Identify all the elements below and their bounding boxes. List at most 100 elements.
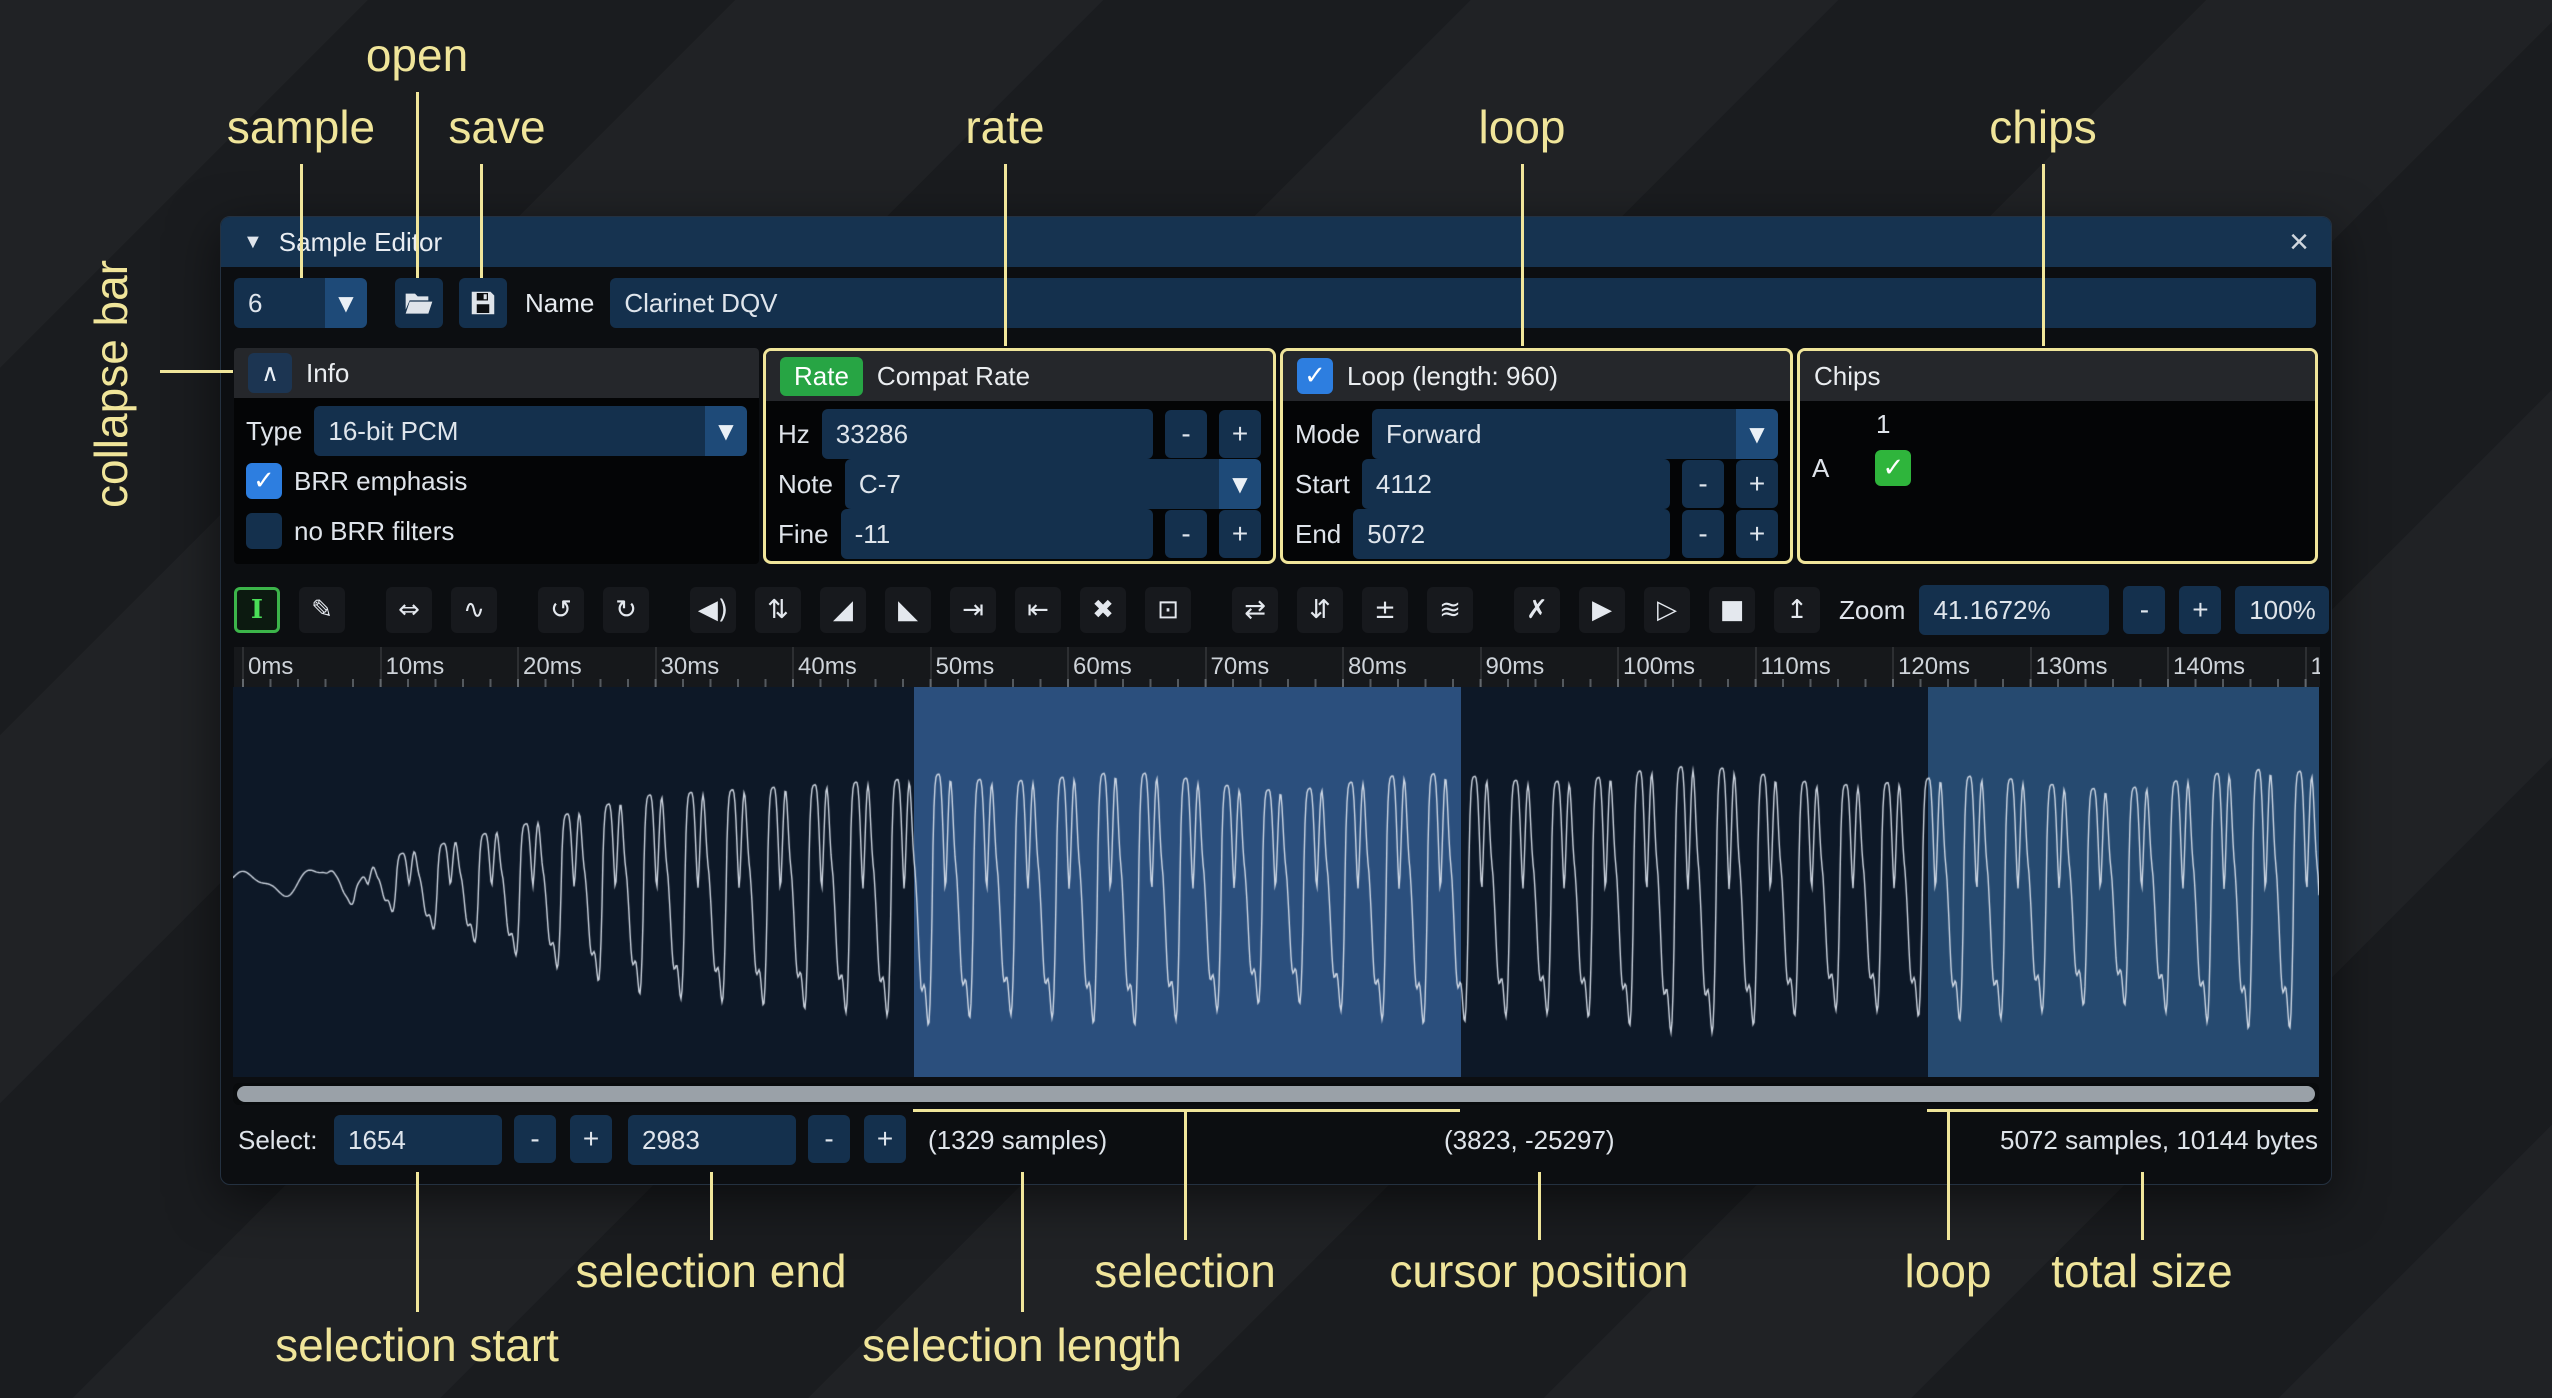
toolbar-icons: I ✎ ⇔ ∿ ↺ ↻ ◀) ⇅ ◢ ◣ ⇥ ⇤ ✖ ⊡ ⇄ ⇵ ± ≋ ✗ ▶ ▷ ■ ↥ <box>234 587 1839 633</box>
ruler-tick <box>1892 647 1894 687</box>
annotation-bracket-loop <box>1927 1109 2318 1112</box>
loop-start-minus-button[interactable]: - <box>1682 460 1724 508</box>
sample-select-value: 6 <box>234 278 325 328</box>
loop-enable-checkbox[interactable]: ✓ <box>1297 358 1333 394</box>
name-label: Name <box>525 288 594 319</box>
ruler-label: 0ms <box>248 653 293 681</box>
filter-icon[interactable]: ≋ <box>1427 587 1473 633</box>
annotation-total-size: total size <box>2051 1244 2233 1298</box>
selection-start-minus-button[interactable]: - <box>514 1115 556 1163</box>
type-select[interactable]: 16-bit PCM ▼ <box>314 406 747 456</box>
sample-select[interactable]: 6 ▼ <box>234 278 367 328</box>
scrollbar-handle[interactable] <box>237 1086 2315 1102</box>
name-input[interactable]: Clarinet DQV <box>610 278 2316 328</box>
waveform-canvas[interactable] <box>233 687 2319 1077</box>
loop-start-input[interactable]: 4112 <box>1362 459 1670 509</box>
loop-header: ✓ Loop (length: 960) <box>1283 351 1790 401</box>
sign-invert-icon[interactable]: ± <box>1362 587 1408 633</box>
info-title: Info <box>306 358 349 389</box>
draw-mode-icon[interactable]: ✎ <box>299 587 345 633</box>
selection-end-input[interactable]: 2983 <box>628 1115 796 1165</box>
collapse-bar-button[interactable]: ∧ <box>248 353 292 393</box>
fine-minus-button[interactable]: - <box>1165 510 1207 558</box>
fade-out-icon[interactable]: ◣ <box>885 587 931 633</box>
normalize-icon[interactable]: ⇅ <box>755 587 801 633</box>
hz-minus-button[interactable]: - <box>1165 410 1207 458</box>
resize-icon[interactable]: ⇔ <box>386 587 432 633</box>
rate-badge[interactable]: Rate <box>780 357 863 396</box>
type-select-value: 16-bit PCM <box>314 406 705 456</box>
annotation-line-selection <box>1184 1112 1187 1240</box>
open-button[interactable] <box>395 278 443 328</box>
ruler-tick <box>2030 647 2032 687</box>
invert-icon[interactable]: ⇵ <box>1297 587 1343 633</box>
loop-end-minus-button[interactable]: - <box>1682 510 1724 558</box>
fade-in-icon[interactable]: ◢ <box>820 587 866 633</box>
waveform-view[interactable] <box>233 687 2319 1077</box>
selection-end-minus-button[interactable]: - <box>808 1115 850 1163</box>
close-icon[interactable]: × <box>2289 225 2309 259</box>
zoom-input[interactable]: 41.1672% <box>1919 585 2109 635</box>
window-collapse-icon[interactable]: ▼ <box>243 231 263 254</box>
ruler-label: 90ms <box>1486 653 1545 681</box>
no-brr-filters-label: no BRR filters <box>294 516 454 547</box>
fine-plus-button[interactable]: + <box>1219 510 1261 558</box>
hz-plus-button[interactable]: + <box>1219 410 1261 458</box>
chevron-down-icon[interactable]: ▼ <box>705 406 747 456</box>
chevron-down-icon[interactable]: ▼ <box>1736 409 1778 459</box>
loop-end-input[interactable]: 5072 <box>1353 509 1670 559</box>
undo-icon[interactable]: ↺ <box>538 587 584 633</box>
zoom-in-button[interactable]: + <box>2179 586 2221 634</box>
annotation-line-collapse-bar <box>160 370 233 373</box>
loop-end-plus-button[interactable]: + <box>1736 510 1778 558</box>
preview-icon[interactable]: ▶ <box>1579 587 1625 633</box>
save-button[interactable] <box>459 278 507 328</box>
redo-icon[interactable]: ↻ <box>603 587 649 633</box>
resample-icon[interactable]: ∿ <box>451 587 497 633</box>
annotation-line-loop-bottom <box>1947 1112 1950 1240</box>
loop-mode-select[interactable]: Forward ▼ <box>1372 409 1778 459</box>
selection-start-plus-button[interactable]: + <box>570 1115 612 1163</box>
annotation-collapse-bar: collapse bar <box>84 238 138 508</box>
no-brr-filters-checkbox[interactable]: ✓ <box>246 513 282 549</box>
ruler-tick <box>655 647 657 687</box>
selection-start-input[interactable]: 1654 <box>334 1115 502 1165</box>
fine-input[interactable]: -11 <box>841 509 1153 559</box>
selection-end-plus-button[interactable]: + <box>864 1115 906 1163</box>
chevron-down-icon[interactable]: ▼ <box>325 278 367 328</box>
delete-icon[interactable]: ✖ <box>1080 587 1126 633</box>
chip-column-header: 1 <box>1876 409 2303 440</box>
annotation-chips: chips <box>1989 100 2096 154</box>
ruler-tick <box>1067 647 1069 687</box>
preview-loop-icon[interactable]: ▷ <box>1644 587 1690 633</box>
annotation-line-chips <box>2042 164 2045 346</box>
name-value: Clarinet DQV <box>624 288 777 319</box>
hz-input[interactable]: 33286 <box>822 409 1153 459</box>
annotation-line-selection-length <box>1021 1172 1024 1312</box>
select-mode-icon[interactable]: I <box>234 587 280 633</box>
crossfade-loop-icon[interactable]: ✗ <box>1514 587 1560 633</box>
apply-silence-icon[interactable]: ⇤ <box>1015 587 1061 633</box>
zoom-out-button[interactable]: - <box>2123 586 2165 634</box>
amplify-icon[interactable]: ◀) <box>690 587 736 633</box>
loop-start-plus-button[interactable]: + <box>1736 460 1778 508</box>
insert-silence-icon[interactable]: ⇥ <box>950 587 996 633</box>
stop-icon[interactable]: ■ <box>1709 587 1755 633</box>
sample-editor-window: ▼ Sample Editor × 6 ▼ Name Cl <box>220 216 2332 1185</box>
timeline-ruler[interactable]: 0ms10ms20ms30ms40ms50ms60ms70ms80ms90ms1… <box>234 647 2320 687</box>
chip-enable-checkbox[interactable]: ✓ <box>1875 450 1911 486</box>
brr-emphasis-checkbox[interactable]: ✓ <box>246 463 282 499</box>
note-select[interactable]: C-7 ▼ <box>845 459 1261 509</box>
ruler-label: 30ms <box>661 653 720 681</box>
chevron-down-icon[interactable]: ▼ <box>1219 459 1261 509</box>
annotation-save: save <box>448 100 545 154</box>
waveform-scrollbar[interactable] <box>233 1083 2319 1105</box>
create-wavetable-icon[interactable]: ↥ <box>1774 587 1820 633</box>
ruler-label: 50ms <box>936 653 995 681</box>
ruler-label: 60ms <box>1073 653 1132 681</box>
reverse-icon[interactable]: ⇄ <box>1232 587 1278 633</box>
trim-icon[interactable]: ⊡ <box>1145 587 1191 633</box>
zoom-reset-button[interactable]: 100% <box>2235 586 2329 634</box>
ruler-tick <box>930 647 932 687</box>
window-titlebar[interactable]: ▼ Sample Editor × <box>221 217 2331 267</box>
